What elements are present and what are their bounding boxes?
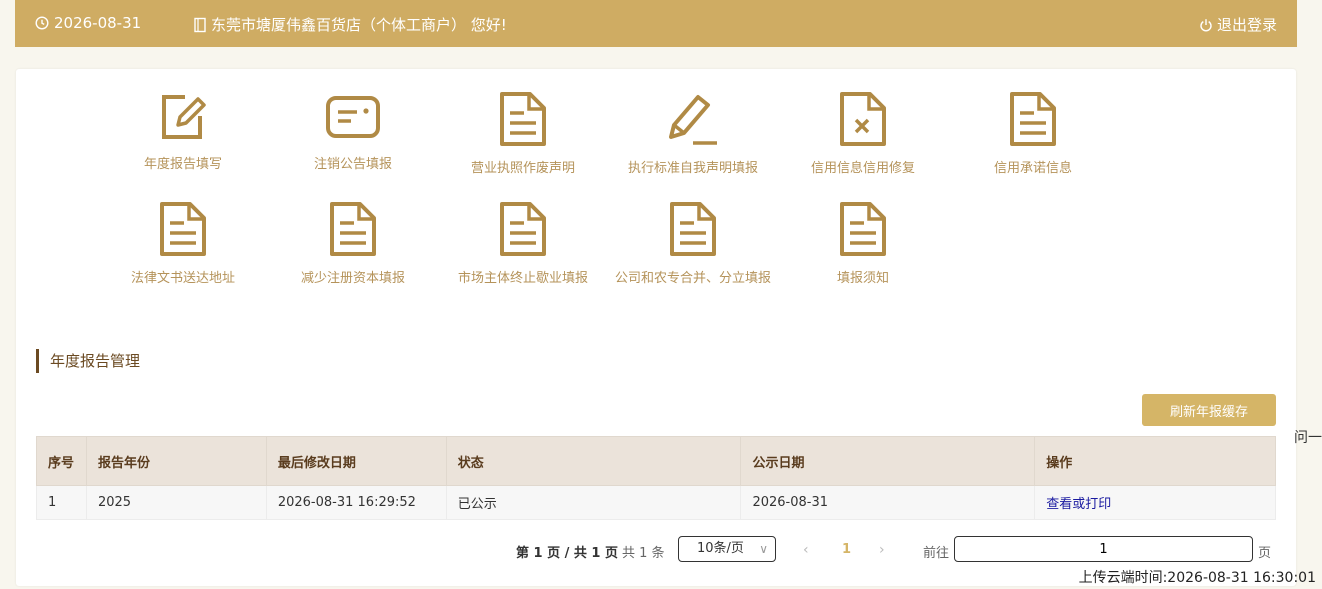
refresh-cache-button[interactable]: 刷新年报缓存 (1142, 394, 1276, 426)
tile-annual-report[interactable]: 年度报告填写 (98, 91, 268, 172)
page-info: 第 1 页 / 共 1 页 (516, 546, 618, 561)
tile-legal-address[interactable]: 法律文书送达地址 (98, 201, 268, 286)
cell-year: 2025 (85, 485, 267, 520)
date-display: 2026-08-31 (35, 14, 141, 32)
cell-publish-date: 2026-08-31 (740, 485, 1036, 520)
prev-page-button[interactable]: ‹ (803, 542, 809, 558)
tile-license-void[interactable]: 营业执照作废声明 (438, 91, 608, 176)
tile-label: 法律文书送达地址 (130, 271, 235, 286)
document-icon (1010, 92, 1056, 146)
edit-icon (162, 95, 206, 139)
total-count: 共 1 条 (622, 546, 665, 561)
upload-time: 上传云端时间:2026-08-31 16:30:01 (1078, 570, 1316, 586)
document-icon (500, 92, 546, 146)
chevron-down-icon: ∨ (759, 542, 768, 556)
cell-status: 已公示 (445, 485, 742, 520)
tile-deregistration-notice[interactable]: 注销公告填报 (268, 91, 438, 172)
logout-label: 退出登录 (1216, 16, 1277, 34)
shop-greeting: 东莞市塘厦伟鑫百货店（个体工商户） 您好! (193, 14, 507, 35)
tile-filing-instructions[interactable]: 填报须知 (778, 201, 948, 286)
goto-unit: 页 (1258, 546, 1272, 561)
tile-label: 信用信息信用修复 (810, 161, 915, 176)
header-year: 报告年份 (85, 436, 267, 486)
tile-label: 执行标准自我声明填报 (627, 161, 758, 176)
header-modified: 最后修改日期 (265, 436, 447, 486)
tile-label: 填报须知 (836, 271, 889, 286)
document-icon (330, 202, 376, 256)
side-help-text[interactable]: 问一 (1294, 427, 1322, 447)
date-text: 2026-08-31 (54, 14, 142, 32)
tile-label: 市场主体终止歇业填报 (457, 271, 588, 286)
tile-business-suspension[interactable]: 市场主体终止歇业填报 (438, 201, 608, 286)
header-index: 序号 (36, 436, 87, 486)
clock-icon (35, 16, 49, 30)
document-icon (500, 202, 546, 256)
current-page[interactable]: 1 (842, 542, 851, 557)
header-status: 状态 (445, 436, 742, 486)
tile-label: 营业执照作废声明 (470, 161, 575, 176)
cell-index: 1 (36, 485, 87, 520)
shop-greeting-text: 东莞市塘厦伟鑫百货店（个体工商户） 您好! (211, 16, 507, 34)
table-header-row: 序号 报告年份 最后修改日期 状态 公示日期 操作 (36, 436, 1276, 486)
annual-report-table: 序号 报告年份 最后修改日期 状态 公示日期 操作 1 2025 2026-08… (36, 436, 1276, 520)
shop-icon (194, 17, 206, 32)
tile-label: 公司和农专合并、分立填报 (614, 271, 771, 286)
goto-label: 前往 (923, 546, 950, 561)
document-x-icon (840, 92, 886, 146)
goto-page-input[interactable] (954, 536, 1253, 562)
document-icon (840, 202, 886, 256)
tile-credit-commitment[interactable]: 信用承诺信息 (948, 91, 1118, 176)
tile-label: 注销公告填报 (313, 157, 392, 172)
table-row: 1 2025 2026-08-31 16:29:52 已公示 2026-08-3… (36, 485, 1276, 520)
main-card: 年度报告填写 注销公告填报 营业执照作废声明 执行标准自我声明填报 信用信息信用… (16, 69, 1296, 586)
header-publish-date: 公示日期 (740, 436, 1036, 486)
tile-merger-split[interactable]: 公司和农专合并、分立填报 (608, 201, 778, 286)
pencil-icon (669, 95, 717, 145)
tile-label: 信用承诺信息 (993, 161, 1072, 176)
tile-label: 年度报告填写 (143, 157, 222, 172)
page-size-select[interactable]: 10条/页 ∨ (678, 536, 776, 562)
document-icon (670, 202, 716, 256)
header-action: 操作 (1034, 436, 1276, 486)
tile-capital-reduction[interactable]: 减少注册资本填报 (268, 201, 438, 286)
power-icon (1200, 18, 1212, 31)
next-page-button[interactable]: › (879, 542, 885, 558)
cell-action: 查看或打印 (1034, 485, 1276, 520)
document-icon (160, 202, 206, 256)
top-bar: 2026-08-31 东莞市塘厦伟鑫百货店（个体工商户） 您好! 退出登录 (15, 0, 1297, 47)
section-title: 年度报告管理 (36, 349, 140, 373)
tile-label: 减少注册资本填报 (300, 271, 405, 286)
cell-modified: 2026-08-31 16:29:52 (265, 485, 447, 520)
page-size-value: 10条/页 (697, 541, 744, 556)
view-print-link[interactable]: 查看或打印 (1046, 497, 1111, 512)
card-icon (326, 96, 380, 138)
logout-button[interactable]: 退出登录 (1199, 14, 1277, 35)
tile-credit-repair[interactable]: 信用信息信用修复 (778, 91, 948, 176)
tile-standard-declaration[interactable]: 执行标准自我声明填报 (608, 91, 778, 176)
